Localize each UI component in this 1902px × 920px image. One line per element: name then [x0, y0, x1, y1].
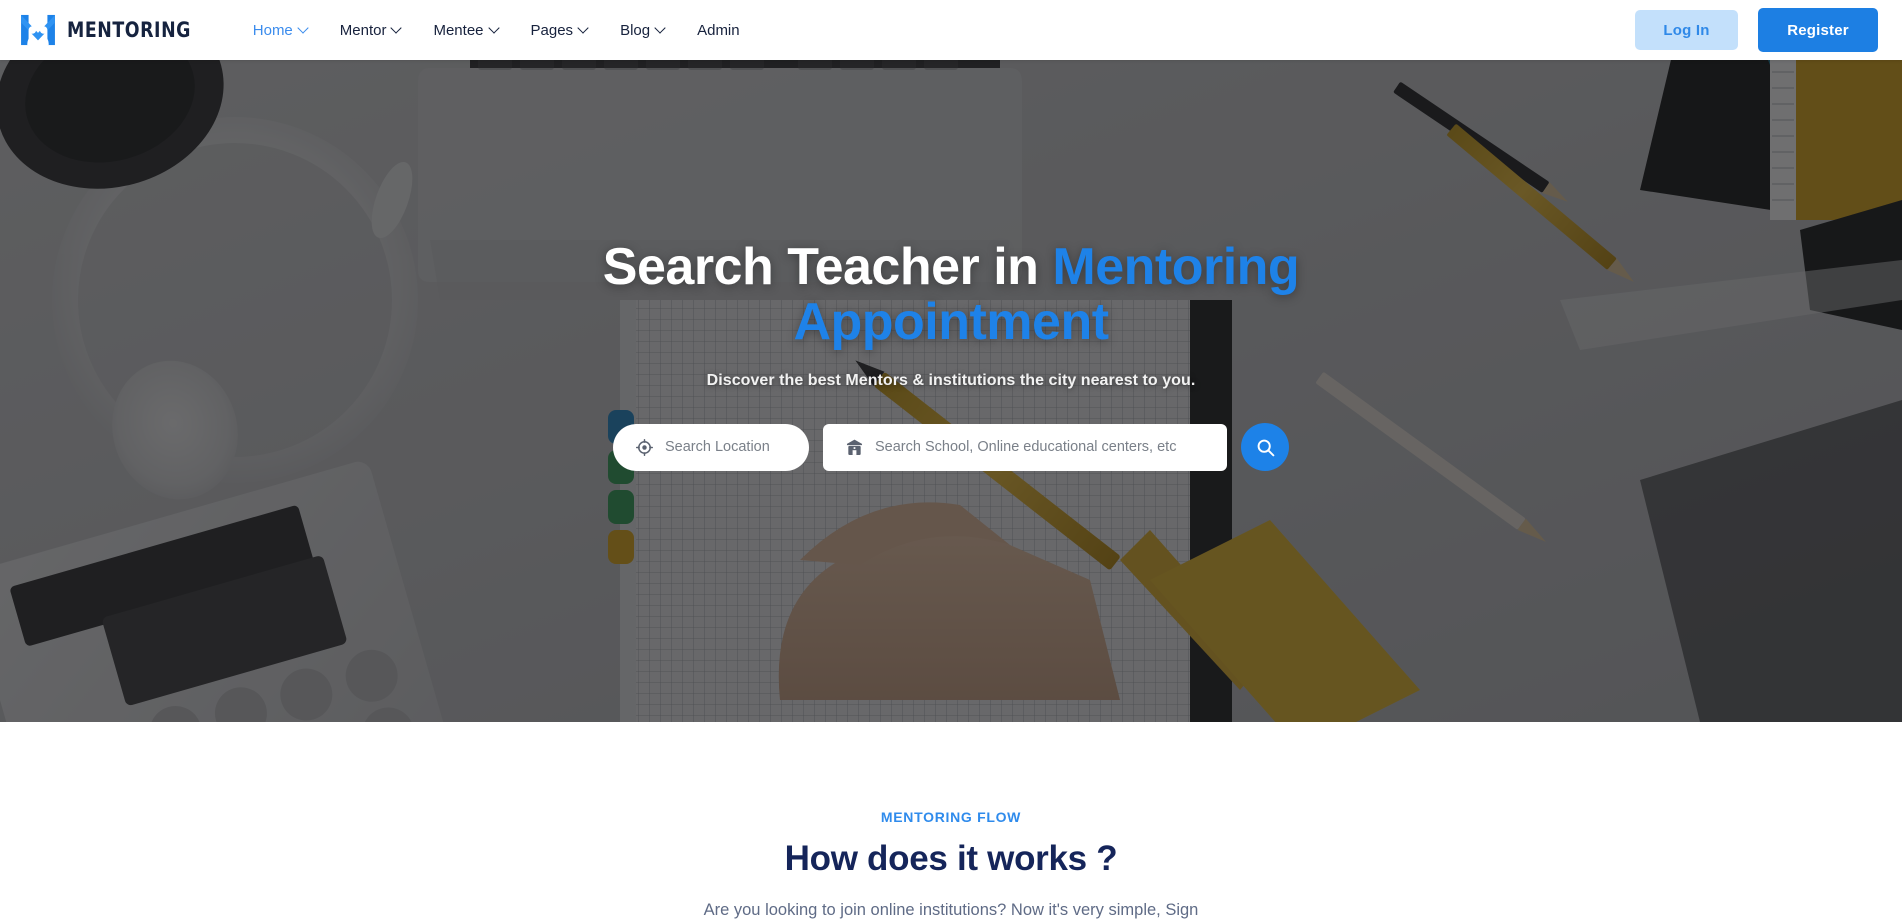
mentoring-m-people-logo-icon	[21, 14, 55, 46]
school-search-input[interactable]	[875, 439, 1227, 456]
brand-name: MENTORING	[67, 18, 191, 42]
nav-item-admin[interactable]: Admin	[681, 0, 756, 60]
nav-item-mentee-label: Mentee	[433, 21, 484, 39]
flow-section-description: Are you looking to join online instituti…	[703, 901, 1199, 919]
chevron-down-icon	[299, 24, 308, 33]
main-menu: Home Mentor Mentee Pages Blog Admin	[237, 0, 756, 60]
brand-logo[interactable]: MENTORING	[20, 14, 202, 46]
school-building-icon	[846, 439, 863, 455]
flow-section-title: How does it works ?	[784, 839, 1118, 878]
school-search-field[interactable]	[823, 423, 1227, 471]
chevron-down-icon	[392, 24, 401, 33]
nav-item-blog[interactable]: Blog	[604, 0, 681, 60]
nav-item-pages[interactable]: Pages	[515, 0, 605, 60]
search-submit-button[interactable]	[1241, 423, 1289, 472]
hero-section: Search Teacher in Mentoring Appointment …	[0, 0, 1902, 722]
nav-item-home-label: Home	[252, 21, 293, 39]
register-button[interactable]: Register	[1758, 8, 1878, 52]
chevron-down-icon	[490, 24, 499, 33]
top-navigation-bar: MENTORING Home Mentor Mentee Pages Blog …	[0, 0, 1902, 60]
hero-subtitle: Discover the best Mentors & institutions…	[706, 372, 1196, 390]
hero-title: Search Teacher in Mentoring Appointment	[541, 238, 1361, 350]
nav-item-mentor-label: Mentor	[339, 21, 387, 39]
nav-item-home[interactable]: Home	[237, 0, 324, 60]
nav-item-pages-label: Pages	[530, 21, 574, 39]
mentoring-flow-section: MENTORING FLOW How does it works ? Are y…	[0, 722, 1902, 919]
location-crosshair-icon	[635, 438, 654, 456]
chevron-down-icon	[656, 24, 665, 33]
chevron-down-icon	[579, 24, 588, 33]
nav-item-blog-label: Blog	[620, 21, 651, 39]
search-icon	[1257, 439, 1274, 457]
login-button[interactable]: Log In	[1635, 10, 1738, 50]
flow-eyebrow-label: MENTORING FLOW	[880, 809, 1022, 825]
location-search-input[interactable]	[665, 439, 809, 456]
auth-actions: Log In Register	[1635, 8, 1878, 52]
location-search-field[interactable]	[613, 423, 809, 471]
hero-search-bar	[613, 423, 1289, 472]
nav-item-mentor[interactable]: Mentor	[324, 0, 418, 60]
nav-item-mentee[interactable]: Mentee	[417, 0, 514, 60]
nav-item-admin-label: Admin	[697, 21, 740, 39]
hero-title-plain: Search Teacher in	[602, 238, 1053, 296]
